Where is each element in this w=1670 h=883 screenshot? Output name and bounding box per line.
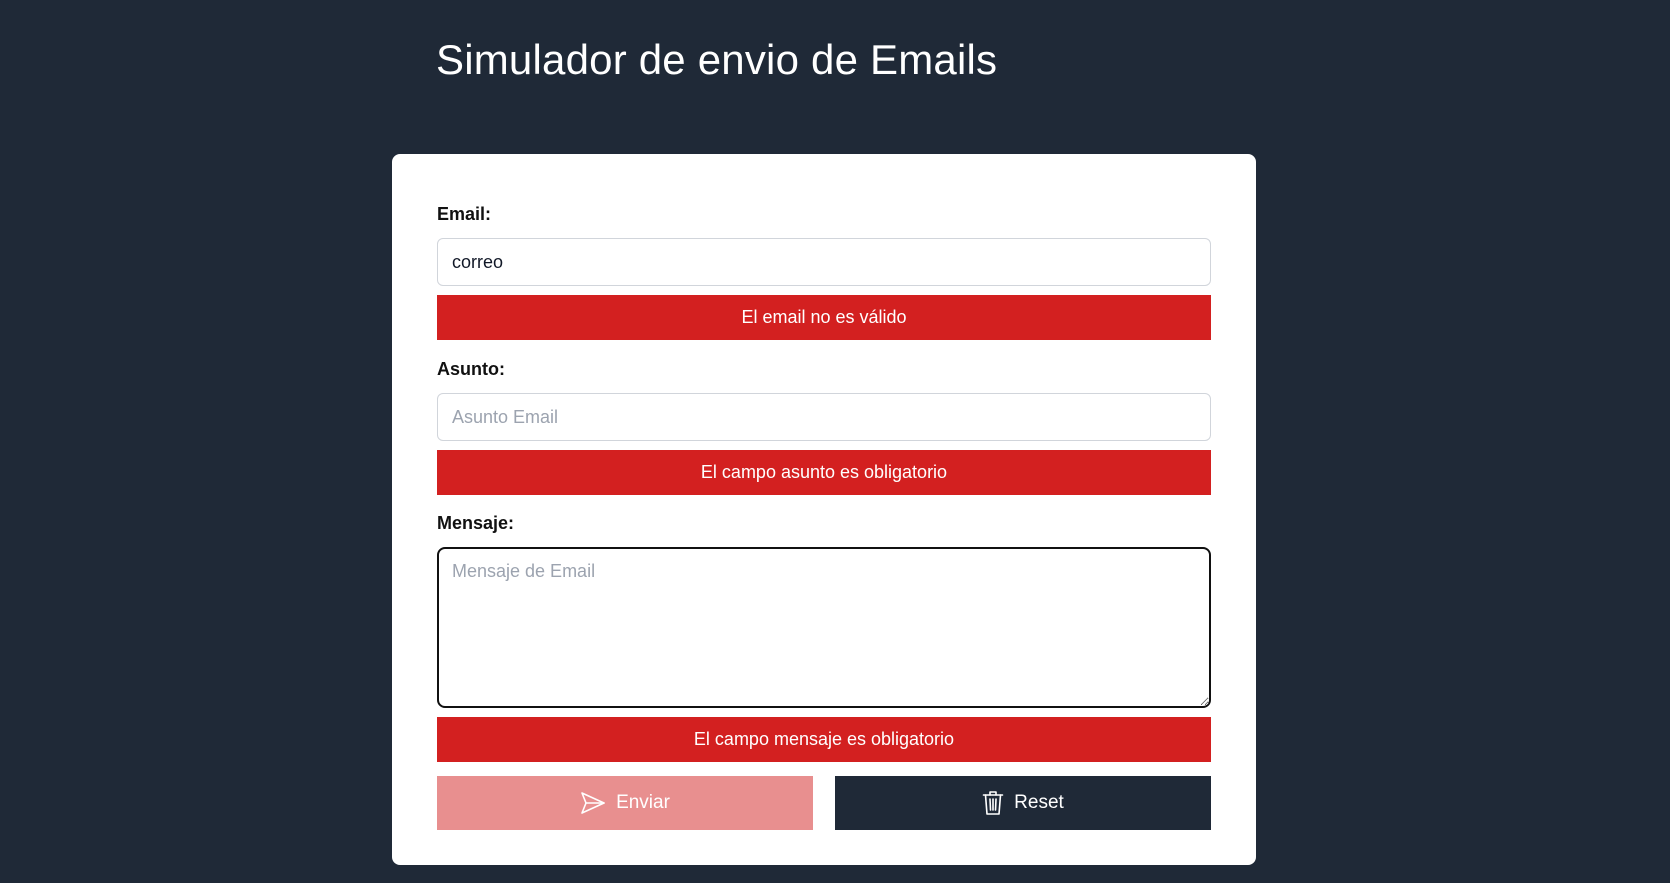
email-form-card: Email: El email no es válido Asunto: El … xyxy=(392,154,1256,865)
send-button-label: Enviar xyxy=(616,792,670,813)
asunto-label: Asunto: xyxy=(437,359,505,379)
email-input[interactable] xyxy=(437,238,1211,286)
form-actions: Enviar Reset xyxy=(437,776,1211,830)
mensaje-textarea[interactable] xyxy=(437,547,1211,708)
trash-icon xyxy=(982,790,1004,816)
mensaje-label: Mensaje: xyxy=(437,513,515,533)
reset-button[interactable]: Reset xyxy=(835,776,1211,830)
reset-button-label: Reset xyxy=(1014,792,1064,813)
mensaje-error-alert: El campo mensaje es obligatorio xyxy=(437,717,1211,762)
email-label: Email: xyxy=(437,204,492,224)
page: Simulador de envio de Emails Email: El e… xyxy=(0,0,1670,883)
paper-plane-icon xyxy=(580,791,606,815)
page-title: Simulador de envio de Emails xyxy=(436,36,998,83)
asunto-input[interactable] xyxy=(437,393,1211,441)
email-field-group: Email: El email no es válido xyxy=(437,202,1211,340)
send-button[interactable]: Enviar xyxy=(437,776,813,830)
asunto-error-alert: El campo asunto es obligatorio xyxy=(437,450,1211,495)
mensaje-field-group: Mensaje: El campo mensaje es obligatorio xyxy=(437,511,1211,762)
email-error-alert: El email no es válido xyxy=(437,295,1211,340)
asunto-field-group: Asunto: El campo asunto es obligatorio xyxy=(437,357,1211,495)
